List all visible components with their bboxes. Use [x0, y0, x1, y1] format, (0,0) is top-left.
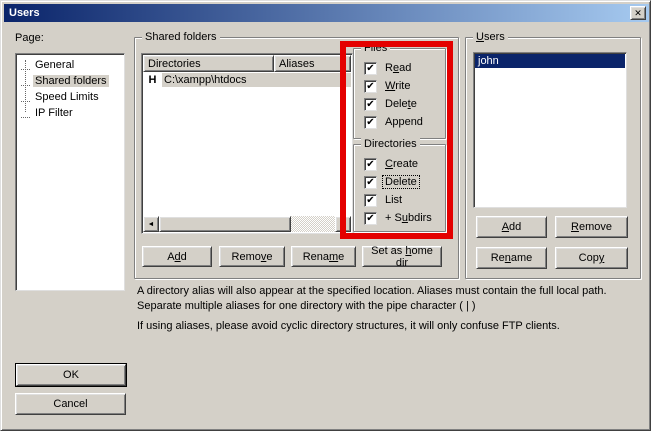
tree-branch-icon	[21, 61, 30, 70]
checkbox-label: Delete	[383, 98, 419, 110]
directories-group: Directories ✔ Create ✔ Delete ✔ List ✔ +…	[353, 144, 446, 232]
checkbox-files-delete[interactable]: ✔ Delete	[364, 95, 445, 113]
scroll-right-icon: ►	[340, 221, 347, 228]
page-label: Page:	[15, 32, 44, 44]
copy-user-button[interactable]: Copy	[555, 247, 628, 269]
scroll-left-button[interactable]: ◄	[143, 216, 159, 232]
check-icon: ✔	[366, 99, 374, 110]
directories-group-label: Directories	[361, 138, 420, 150]
directories-list-header: Directories Aliases	[143, 55, 351, 72]
checkbox-box[interactable]: ✔	[364, 80, 377, 93]
window-title: Users	[9, 7, 40, 19]
directories-list[interactable]: Directories Aliases H C:\xampp\htdocs ◄	[141, 53, 353, 234]
scroll-right-button[interactable]: ►	[335, 216, 351, 232]
ok-button-default-ring: OK	[15, 363, 127, 387]
checkbox-label: + Subdirs	[383, 212, 434, 224]
shared-folders-group-label: Shared folders	[142, 31, 220, 43]
directory-path[interactable]: C:\xampp\htdocs	[162, 73, 351, 87]
tree-branch-icon	[21, 109, 30, 118]
checkbox-box[interactable]: ✔	[364, 62, 377, 75]
sidebar-item-speed-limits[interactable]: Speed Limits	[16, 89, 124, 105]
close-button[interactable]: ✕	[630, 6, 646, 20]
checkbox-label: Create	[383, 158, 420, 170]
checkbox-dirs-subdirs[interactable]: ✔ + Subdirs	[364, 209, 445, 227]
checkbox-box[interactable]: ✔	[364, 176, 377, 189]
checkbox-box[interactable]: ✔	[364, 194, 377, 207]
files-group-label: Files	[361, 42, 390, 54]
titlebar[interactable]: Users ✕	[4, 4, 649, 22]
check-icon: ✔	[366, 159, 374, 170]
check-icon: ✔	[366, 117, 374, 128]
tree-branch-icon	[21, 77, 30, 86]
check-icon: ✔	[366, 177, 374, 188]
checkbox-box[interactable]: ✔	[364, 212, 377, 225]
scrollbar-track[interactable]	[291, 216, 335, 232]
alias-help-text: A directory alias will also appear at th…	[137, 284, 645, 314]
checkbox-label: Append	[383, 116, 425, 128]
checkbox-box[interactable]: ✔	[364, 98, 377, 111]
users-dialog: Users ✕ Page: General Shared folders Spe…	[0, 0, 651, 431]
home-flag: H	[143, 74, 162, 86]
checkbox-files-append[interactable]: ✔ Append	[364, 113, 445, 131]
scrollbar-thumb[interactable]	[159, 216, 291, 232]
column-header-aliases[interactable]: Aliases	[274, 55, 351, 72]
tree-branch-icon	[21, 93, 30, 102]
add-directory-button[interactable]: Add	[142, 246, 212, 267]
check-icon: ✔	[366, 213, 374, 224]
checkbox-dirs-delete[interactable]: ✔ Delete	[364, 173, 445, 191]
close-icon: ✕	[634, 8, 642, 19]
add-user-button[interactable]: Add	[476, 216, 547, 238]
check-icon: ✔	[366, 81, 374, 92]
column-header-directories[interactable]: Directories	[143, 55, 274, 72]
set-as-home-dir-button[interactable]: Set as home dir	[362, 246, 442, 267]
checkbox-label: List	[383, 194, 404, 206]
users-group-label: Users	[473, 31, 508, 43]
check-icon: ✔	[366, 63, 374, 74]
directory-row[interactable]: H C:\xampp\htdocs	[143, 72, 351, 87]
rename-user-button[interactable]: Rename	[476, 247, 547, 269]
checkbox-files-write[interactable]: ✔ Write	[364, 77, 445, 95]
checkbox-label: Read	[383, 62, 413, 74]
sidebar-item-shared-folders[interactable]: Shared folders	[16, 73, 124, 89]
sidebar-item-general[interactable]: General	[16, 57, 124, 73]
cancel-button[interactable]: Cancel	[15, 393, 126, 415]
scroll-left-icon: ◄	[148, 221, 155, 228]
rename-directory-button[interactable]: Rename	[291, 246, 356, 267]
remove-user-button[interactable]: Remove	[555, 216, 628, 238]
horizontal-scrollbar[interactable]: ◄ ►	[143, 216, 351, 232]
page-tree[interactable]: General Shared folders Speed Limits IP F…	[15, 53, 125, 291]
sidebar-item-ip-filter[interactable]: IP Filter	[16, 105, 124, 121]
checkbox-label: Write	[383, 80, 412, 92]
user-list-item[interactable]: john	[475, 54, 625, 68]
checkbox-label: Delete	[383, 176, 419, 188]
files-group: Files ✔ Read ✔ Write ✔ Delete ✔ Append	[353, 48, 446, 139]
ok-button[interactable]: OK	[16, 364, 126, 386]
checkbox-box[interactable]: ✔	[364, 158, 377, 171]
remove-directory-button[interactable]: Remove	[219, 246, 285, 267]
alias-warning-text: If using aliases, please avoid cyclic di…	[137, 319, 645, 334]
checkbox-box[interactable]: ✔	[364, 116, 377, 129]
users-list[interactable]: john	[473, 52, 627, 208]
checkbox-files-read[interactable]: ✔ Read	[364, 59, 445, 77]
check-icon: ✔	[366, 195, 374, 206]
checkbox-dirs-list[interactable]: ✔ List	[364, 191, 445, 209]
checkbox-dirs-create[interactable]: ✔ Create	[364, 155, 445, 173]
